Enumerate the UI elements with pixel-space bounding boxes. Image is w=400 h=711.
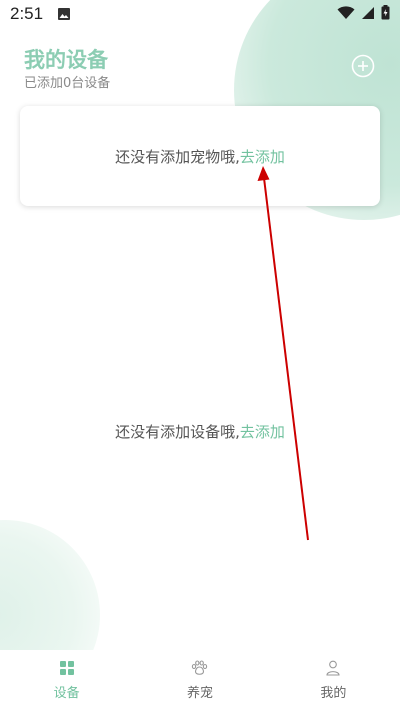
device-empty-text: 还没有添加设备哦, bbox=[115, 422, 240, 441]
add-device-button[interactable] bbox=[351, 54, 375, 78]
battery-icon bbox=[381, 4, 390, 24]
bottom-nav: 设备 养宠 我的 bbox=[0, 650, 400, 711]
device-count-subtitle: 已添加0台设备 bbox=[24, 76, 111, 91]
add-device-link[interactable]: 去添加 bbox=[240, 423, 285, 441]
person-icon bbox=[326, 660, 340, 676]
status-bar: 2:51 bbox=[0, 0, 400, 28]
signal-icon bbox=[361, 5, 375, 24]
plus-circle-icon bbox=[351, 54, 375, 78]
image-notification-icon bbox=[57, 7, 71, 21]
nav-label-devices: 设备 bbox=[53, 686, 80, 701]
device-screen: 2:51 我的设备 已添加0台设备 还没有添加宠物哦,去添加 还没有添加设备哦,… bbox=[0, 0, 400, 711]
device-empty-state: 还没有添加设备哦,去添加 bbox=[0, 418, 400, 444]
nav-label-mine: 我的 bbox=[320, 686, 347, 701]
page-title: 我的设备 bbox=[24, 48, 108, 72]
pet-empty-message: 还没有添加宠物哦,去添加 bbox=[115, 146, 285, 167]
nav-item-mine[interactable]: 我的 bbox=[267, 650, 400, 711]
status-time: 2:51 bbox=[10, 4, 44, 23]
nav-item-devices[interactable]: 设备 bbox=[0, 650, 133, 711]
grid-icon bbox=[59, 661, 74, 675]
nav-item-pets[interactable]: 养宠 bbox=[133, 650, 266, 711]
nav-label-pets: 养宠 bbox=[186, 686, 213, 701]
paw-icon bbox=[192, 660, 208, 675]
add-pet-link[interactable]: 去添加 bbox=[240, 148, 285, 166]
wifi-icon bbox=[337, 5, 355, 24]
device-empty-message: 还没有添加设备哦,去添加 bbox=[115, 421, 285, 442]
pet-empty-text: 还没有添加宠物哦, bbox=[115, 147, 240, 166]
pet-empty-card: 还没有添加宠物哦,去添加 bbox=[20, 106, 380, 206]
